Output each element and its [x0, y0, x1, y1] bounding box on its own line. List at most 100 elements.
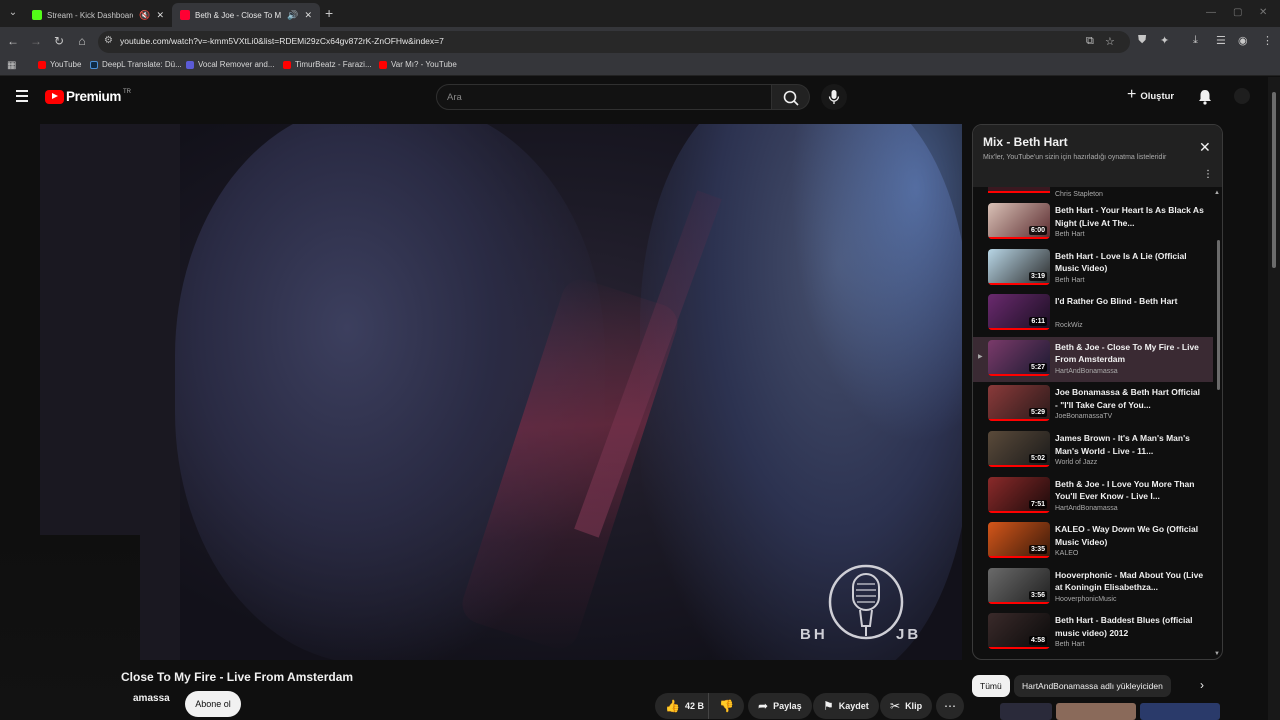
search-button[interactable] — [772, 84, 810, 110]
close-icon[interactable]: ✕ — [1199, 139, 1211, 156]
microphone-logo-icon — [828, 564, 904, 640]
playlist-item-title[interactable]: James Brown - It's A Man's Man's Man's W… — [1055, 432, 1205, 457]
window-close-icon[interactable]: ✕ — [1259, 7, 1267, 18]
minimize-icon[interactable]: — — [1206, 7, 1216, 18]
subscribe-button[interactable]: Abone ol — [185, 691, 241, 717]
playlist-item[interactable]: 7:51 Beth & Joe - I Love You More Than Yo… — [973, 474, 1213, 519]
playlist-item-title[interactable]: Beth Hart - Love Is A Lie (Official Musi… — [1055, 250, 1205, 275]
playlist-item-channel: HooverphonicMusic — [1055, 595, 1117, 603]
bookmark-deepl[interactable]: DeepL Translate: Dü... — [90, 60, 182, 69]
playlist-item-now-playing[interactable]: ▶ 5:27 Beth & Joe - Close To My Fire - Liv… — [973, 336, 1213, 382]
video-thumbnail[interactable]: 6:00 — [988, 203, 1050, 239]
video-thumbnail[interactable]: 6:11 — [988, 294, 1050, 331]
more-vertical-icon[interactable]: ⋮ — [1203, 169, 1213, 180]
forward-icon[interactable]: → — [29, 34, 43, 48]
tab-close-icon[interactable]: ✕ — [156, 10, 164, 21]
profile-icon[interactable]: ◉ — [1238, 34, 1248, 47]
home-icon[interactable]: ⌂ — [75, 34, 89, 48]
playlist-item-title[interactable]: I'd Rather Go Blind - Beth Hart — [1055, 295, 1205, 308]
install-app-icon[interactable]: ⧉ — [1086, 35, 1094, 48]
chevron-right-icon[interactable]: › — [1200, 678, 1204, 692]
extension-shield-icon[interactable]: ⛊ — [1138, 34, 1146, 47]
playlist-item-channel: World of Jazz — [1055, 459, 1098, 466]
related-thumbnail[interactable] — [1000, 703, 1052, 720]
playlist-item-title[interactable]: Beth Hart - Baddest Blues (official musi… — [1055, 614, 1205, 639]
playlist-item[interactable]: 4:58 Beth Hart - Baddest Blues (official … — [973, 610, 1213, 655]
related-thumbnail[interactable] — [1056, 703, 1136, 720]
media-control-icon[interactable]: ☰ — [1216, 34, 1226, 47]
video-player[interactable]: BH JB — [40, 124, 962, 660]
clip-button[interactable]: ✂ Klip — [880, 693, 933, 719]
search-input[interactable]: Ara — [436, 84, 772, 110]
guide-menu-icon[interactable] — [16, 90, 28, 105]
browser-menu-icon[interactable]: ⋮ — [1262, 34, 1273, 47]
youtube-premium-logo[interactable]: Premium TR — [45, 89, 131, 104]
reload-icon[interactable]: ↻ — [52, 34, 66, 48]
download-icon[interactable]: ⤓ — [1193, 34, 1198, 47]
muted-speaker-icon[interactable]: 🔇 — [139, 10, 150, 21]
video-thumbnail[interactable]: 7:51 — [988, 476, 1050, 513]
channel-name[interactable]: amassa — [133, 693, 170, 704]
maximize-icon[interactable]: ▢ — [1233, 7, 1242, 18]
playlist-item-title[interactable]: Beth & Joe - I Love You More Than You'll… — [1055, 478, 1205, 503]
tab-close-icon[interactable]: ✕ — [304, 10, 312, 21]
video-thumbnail[interactable]: 3:19 — [988, 248, 1050, 285]
previous-item-thumbnail[interactable] — [988, 187, 1050, 193]
chip-all[interactable]: Tümü — [972, 675, 1010, 697]
new-tab-button[interactable]: + — [325, 5, 333, 21]
video-thumbnail[interactable]: 4:58 — [988, 613, 1050, 650]
playlist-item-title[interactable]: Beth Hart - Your Heart Is As Black As Ni… — [1055, 204, 1205, 229]
playlist-title[interactable]: Mix - Beth Hart — [983, 135, 1068, 149]
bookmark-vocal-remover[interactable]: Vocal Remover and... — [186, 60, 274, 69]
create-button[interactable]: + Oluştur — [1127, 86, 1174, 104]
tab-kick-dashboard[interactable]: Stream - Kick Dashboard 🔇 ✕ — [24, 3, 172, 27]
bookmark-youtube[interactable]: YouTube — [38, 60, 81, 69]
playlist-item-title[interactable]: KALEO - Way Down We Go (Official Music V… — [1055, 523, 1205, 548]
save-label: Kaydet — [838, 701, 869, 711]
address-bar[interactable]: ⚙ youtube.com/watch?v=-kmm5VXtLi0&list=R… — [98, 31, 1130, 53]
save-button[interactable]: ⚑ Kaydet — [813, 693, 879, 719]
video-thumbnail[interactable]: 5:29 — [988, 385, 1050, 422]
scroll-down-arrow-icon[interactable]: ▼ — [1214, 651, 1220, 657]
bookmark-timurbeatz[interactable]: TimurBeatz - Farazi... — [283, 60, 372, 69]
account-avatar[interactable] — [1234, 88, 1250, 104]
video-title: Close To My Fire - Live From Amsterdam — [121, 670, 354, 684]
like-button[interactable]: 👍 42 B — [655, 693, 716, 719]
apps-grid-icon[interactable]: ▦ — [7, 60, 16, 71]
scroll-up-arrow-icon[interactable]: ▲ — [1214, 190, 1220, 196]
playlist-item[interactable]: 5:29 Joe Bonamassa & Beth Hart Official -… — [973, 382, 1213, 427]
tab-youtube-video[interactable]: Beth & Joe - Close To My Fire 🔊 ✕ — [172, 3, 320, 27]
related-thumbnail[interactable] — [1140, 703, 1220, 720]
watched-progress-bar — [988, 556, 1050, 559]
playlist-item[interactable]: 3:19 Beth Hart - Love Is A Lie (Official … — [973, 246, 1213, 291]
video-thumbnail[interactable]: 5:02 — [988, 431, 1050, 467]
bookmark-star-icon[interactable]: ☆ — [1105, 35, 1115, 48]
share-button[interactable]: ➦ Paylaş — [748, 693, 812, 719]
video-thumbnail[interactable]: 5:27 — [988, 339, 1050, 376]
playlist-item[interactable]: 5:02 James Brown - It's A Man's Man's Man… — [973, 428, 1213, 473]
dislike-button[interactable]: 👎 — [708, 693, 744, 719]
tab-search-icon[interactable]: ⌄ — [6, 6, 20, 20]
voice-search-button[interactable] — [821, 84, 847, 110]
playlist-item-title[interactable]: Hooverphonic - Mad About You (Live at Ko… — [1055, 569, 1205, 594]
bookmark-var-mi[interactable]: Var Mı? - YouTube — [379, 60, 457, 69]
playlist-item[interactable]: 6:00 Beth Hart - Your Heart Is As Black A… — [973, 200, 1213, 245]
video-thumbnail[interactable]: 3:56 — [988, 567, 1050, 604]
speaker-icon[interactable]: 🔊 — [287, 10, 298, 21]
playlist-item-title[interactable]: Joe Bonamassa & Beth Hart Official - "I'… — [1055, 386, 1205, 411]
back-icon[interactable]: ← — [6, 34, 20, 48]
video-thumbnail[interactable]: 3:35 — [988, 522, 1050, 559]
watermark-left-text: BH — [800, 626, 828, 643]
browser-tab-bar: ⌄ Stream - Kick Dashboard 🔇 ✕ Beth & Joe… — [0, 0, 1280, 27]
page-scrollbar-thumb[interactable] — [1272, 92, 1276, 268]
site-info-icon[interactable]: ⚙ — [104, 35, 113, 46]
playlist-item[interactable]: 3:35 KALEO - Way Down We Go (Official Mus… — [973, 519, 1213, 564]
chip-uploader[interactable]: HartAndBonamassa adlı yükleyiciden — [1014, 675, 1171, 697]
more-actions-button[interactable]: ⋯ — [936, 693, 964, 719]
playlist-item[interactable]: 3:56 Hooverphonic - Mad About You (Live a… — [973, 565, 1213, 610]
playlist-scrollbar-thumb[interactable] — [1217, 240, 1220, 390]
playlist-item[interactable]: 6:11 I'd Rather Go Blind - Beth Hart RockW… — [973, 291, 1213, 336]
extensions-puzzle-icon[interactable]: ✦ — [1160, 34, 1169, 47]
notifications-bell-icon[interactable] — [1197, 88, 1213, 106]
playlist-item-title[interactable]: Beth & Joe - Close To My Fire - Live Fro… — [1055, 341, 1205, 366]
